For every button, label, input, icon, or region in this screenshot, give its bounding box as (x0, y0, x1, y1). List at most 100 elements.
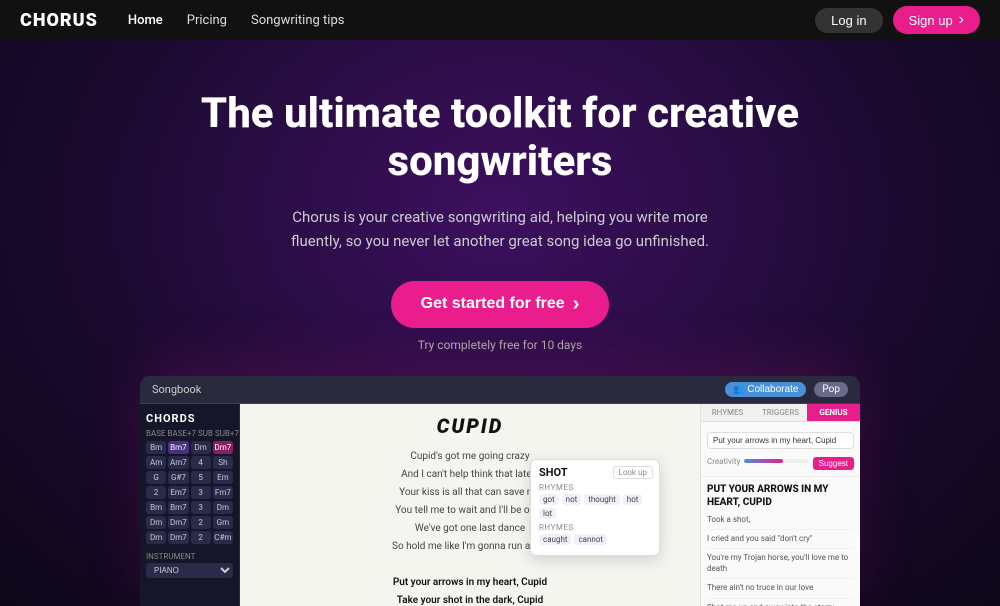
tab-rhymes[interactable]: RHYMES (701, 404, 754, 421)
chord-cell[interactable]: G#7 (168, 471, 188, 484)
word-tag[interactable]: thought (584, 494, 620, 505)
chord-headers: BASE BASE+7 SUB SUB+7 (146, 429, 233, 438)
word-tag[interactable]: not (562, 494, 582, 505)
ai-tabs: RHYMES TRIGGERS GENIUS (701, 404, 860, 422)
word-tag[interactable]: caught (539, 534, 571, 545)
word-tag[interactable]: got (539, 494, 559, 505)
chord-cell[interactable]: Dm7 (168, 531, 188, 544)
chord-cell[interactable]: Em7 (168, 486, 188, 499)
chord-cell[interactable]: Sh (213, 456, 233, 469)
breadcrumb: Songbook (152, 383, 201, 396)
instrument-section: INSTRUMENT PIANO GUITAR (146, 552, 233, 578)
chord-cell[interactable]: 5 (191, 471, 211, 484)
chord-cell[interactable]: Dm7 (168, 516, 188, 529)
instrument-select[interactable]: PIANO GUITAR (146, 563, 233, 578)
app-preview: Songbook Collaborate Pop CHORDS BASE BAS… (140, 376, 860, 606)
cta-button[interactable]: Get started for free (391, 281, 610, 328)
chord-row: G G#7 5 Em (146, 471, 233, 484)
suggestion-item[interactable]: There ain't no truce in our love (707, 579, 854, 598)
chord-cell[interactable]: 3 (191, 501, 211, 514)
word-tag[interactable]: cannot (574, 534, 607, 545)
chord-cell[interactable]: G (146, 471, 166, 484)
antonyms-label: RHYMES (539, 523, 651, 532)
logo: CHORUS (20, 10, 98, 31)
tab-genius[interactable]: GENIUS (807, 404, 860, 421)
lyric-line: Put your arrows in my heart, Cupid (254, 574, 686, 592)
nav-home[interactable]: Home (128, 13, 163, 28)
app-topbar: Songbook Collaborate Pop (140, 376, 860, 404)
hero-subtitle: Chorus is your creative songwriting aid,… (290, 205, 710, 253)
chord-cell[interactable]: Bm7 (168, 501, 188, 514)
creativity-bar (744, 459, 808, 463)
chord-row: 2 Em7 3 Fm7 (146, 486, 233, 499)
genre-badge: Pop (814, 382, 848, 397)
chord-cell[interactable]: Am (146, 456, 166, 469)
col-sub7: SUB+7 (215, 429, 239, 438)
chord-cell[interactable]: 4 (191, 456, 211, 469)
antonym-words: caught cannot (539, 534, 651, 545)
chord-row: Bm Bm7 Dm Dm7 (146, 441, 233, 454)
chord-cell[interactable]: Gm (213, 516, 233, 529)
chord-row: Dm Dm7 2 C#m (146, 531, 233, 544)
chord-cell[interactable]: Bm7 (168, 441, 188, 454)
chord-cell[interactable]: Bm (146, 501, 166, 514)
suggestion-item[interactable]: Took a shot, (707, 511, 854, 530)
creativity-label: Creativity (707, 457, 740, 466)
nav-tips[interactable]: Songwriting tips (251, 13, 345, 28)
hero-section: The ultimate toolkit for creative songwr… (0, 40, 1000, 606)
chord-cell[interactable]: Dm7 (213, 441, 233, 454)
creativity-row: Creativity Suggest (707, 453, 854, 470)
chord-cell[interactable]: Dm (213, 501, 233, 514)
word-tag[interactable]: lot (539, 508, 556, 519)
rhymes-label: RHYMES (539, 483, 651, 492)
collaborate-button[interactable]: Collaborate (725, 382, 806, 397)
col-base7: BASE+7 (168, 429, 197, 438)
lyric-line: Take your shot in the dark, Cupid (254, 592, 686, 606)
suggestion-item[interactable]: You're my Trojan horse, you'll love me t… (707, 549, 854, 579)
signup-button[interactable]: Sign up (893, 6, 980, 34)
col-sub: SUB (198, 429, 213, 438)
suggestion-item[interactable]: I cried and you said "don't cry" (707, 530, 854, 549)
word-tag[interactable]: hot (623, 494, 643, 505)
ai-panel: RHYMES TRIGGERS GENIUS Creativity Sugges… (700, 404, 860, 606)
chord-cell[interactable]: 2 (191, 531, 211, 544)
chord-row: Bm Bm7 3 Dm (146, 501, 233, 514)
rhyme-words: got not thought hot lot (539, 494, 651, 519)
chord-cell[interactable]: Dm (146, 531, 166, 544)
word-popup: SHOT Look up RHYMES got not thought hot … (530, 459, 660, 556)
chord-cell[interactable]: Am7 (168, 456, 188, 469)
instrument-label: INSTRUMENT (146, 552, 233, 561)
ai-input-area: Creativity Suggest (701, 422, 860, 477)
ai-input[interactable] (707, 432, 854, 449)
song-title: CUPID (254, 414, 686, 438)
chord-cell[interactable]: Bm (146, 441, 166, 454)
chord-row: Am Am7 4 Sh (146, 456, 233, 469)
suggest-button[interactable]: Suggest (813, 457, 854, 470)
lookup-button[interactable]: Look up (613, 466, 653, 479)
lyrics-panel[interactable]: CUPID Cupid's got me going crazy And I c… (240, 404, 700, 606)
chord-cell[interactable]: 2 (146, 486, 166, 499)
ai-suggestions: Took a shot, I cried and you said "don't… (701, 511, 860, 606)
col-base: BASE (146, 429, 166, 438)
chord-cell[interactable]: Dm (191, 441, 211, 454)
chord-cell[interactable]: Fm7 (213, 486, 233, 499)
chord-row: Dm Dm7 2 Gm (146, 516, 233, 529)
login-button[interactable]: Log in (815, 8, 882, 33)
chord-cell[interactable]: Em (213, 471, 233, 484)
nav-pricing[interactable]: Pricing (187, 13, 227, 28)
nav-actions: Log in Sign up (815, 6, 980, 34)
suggestion-item[interactable]: Shot me up and away into the starry nigh… (707, 599, 854, 606)
topbar-right: Collaborate Pop (725, 382, 848, 397)
app-body: CHORDS BASE BASE+7 SUB SUB+7 Bm Bm7 Dm D… (140, 404, 860, 606)
chords-panel: CHORDS BASE BASE+7 SUB SUB+7 Bm Bm7 Dm D… (140, 404, 240, 606)
creativity-fill (744, 459, 783, 463)
chord-cell[interactable]: 2 (191, 516, 211, 529)
tab-triggers[interactable]: TRIGGERS (754, 404, 807, 421)
chord-cell[interactable]: Dm (146, 516, 166, 529)
chord-cell[interactable]: 3 (191, 486, 211, 499)
ai-result-title: PUT YOUR ARROWS IN MY HEART, CUPID (701, 477, 860, 511)
chord-cell[interactable]: C#m (213, 531, 233, 544)
trial-text: Try completely free for 10 days (418, 338, 583, 352)
hero-title: The ultimate toolkit for creative songwr… (200, 90, 800, 187)
navbar: CHORUS Home Pricing Songwriting tips Log… (0, 0, 1000, 40)
